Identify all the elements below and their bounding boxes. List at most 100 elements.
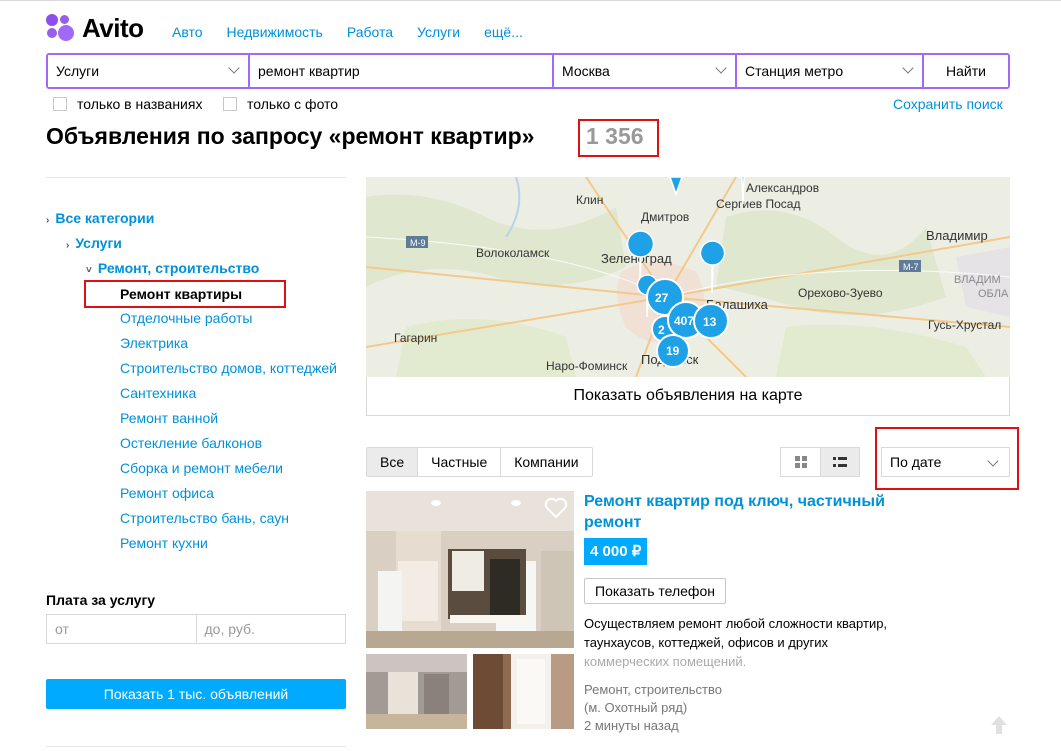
sidebar-item-bathroom[interactable]: Ремонт ванной <box>120 410 218 426</box>
listing-title-link[interactable]: Ремонт квартир под ключ, частичный ремон… <box>584 491 904 533</box>
grid-view-button[interactable] <box>781 448 820 476</box>
show-on-map-button[interactable]: Показать объявления на карте <box>366 377 1010 416</box>
search-submit-label: Найти <box>946 63 986 79</box>
cluster-2: 2 <box>658 323 665 337</box>
only-titles-label: только в названиях <box>77 96 203 112</box>
sidebar-item-finishing[interactable]: Отделочные работы <box>120 310 252 326</box>
map-label-naro: Наро-Фоминск <box>546 359 628 373</box>
map-label-gagarin: Гагарин <box>394 331 437 345</box>
nav-realty[interactable]: Недвижимость <box>227 24 323 40</box>
chevron-down-icon <box>902 62 914 74</box>
nav-services[interactable]: Услуги <box>417 24 460 40</box>
map-label-sergiev: Сергиев Посад <box>716 197 800 211</box>
tab-companies[interactable]: Компании <box>500 448 591 476</box>
map-label-m7: М-7 <box>903 262 919 272</box>
map-label-m9: М-9 <box>410 238 426 248</box>
sidebar-item-plumbing[interactable]: Сантехника <box>120 385 196 401</box>
sidebar-item-kitchen[interactable]: Ремонт кухни <box>120 535 208 551</box>
results-count: 1 356 <box>586 123 644 149</box>
map-label-gus: Гусь-Хрустал <box>928 318 1001 332</box>
room-photo-image <box>366 491 574 648</box>
logo-dots-icon <box>46 13 76 43</box>
search-input[interactable]: ремонт квартир <box>250 55 552 87</box>
seller-type-filter: Все Частные Компании <box>366 447 593 477</box>
show-phone-button[interactable]: Показать телефон <box>584 578 726 604</box>
only-photo-label: только с фото <box>247 96 339 112</box>
sidebar-item-all-categories[interactable]: › Все категории <box>46 210 154 226</box>
only-photo-checkbox[interactable]: только с фото <box>223 96 338 112</box>
tab-all[interactable]: Все <box>367 448 418 476</box>
logo-text: Avito <box>82 12 144 43</box>
sidebar-bottom-divider <box>46 746 346 747</box>
cluster-13: 13 <box>703 315 717 329</box>
sidebar-item-current: Ремонт квартиры <box>120 286 243 302</box>
checkbox-box <box>53 97 67 111</box>
search-query-value: ремонт квартир <box>258 63 360 79</box>
top-nav: Авто Недвижимость Работа Услуги ещё... <box>172 24 547 40</box>
search-bar: Услуги ремонт квартир Москва Станция мет… <box>46 53 1010 89</box>
only-titles-checkbox[interactable]: только в названиях <box>53 96 202 112</box>
map-label-dmitrov: Дмитров <box>641 210 689 224</box>
door-thumb-image <box>473 654 574 729</box>
chevron-down-icon <box>715 62 727 74</box>
sidebar-item-label: Все категории <box>55 210 155 226</box>
price-to-input[interactable]: до, руб. <box>195 615 346 643</box>
map-label-vladim-obl-2: ОБЛА <box>978 288 1009 300</box>
chevron-down-icon: ˅ <box>86 265 92 276</box>
chevron-down-icon <box>228 62 240 74</box>
sidebar-item-furniture[interactable]: Сборка и ремонт мебели <box>120 460 283 476</box>
price-filter-title: Плата за услугу <box>46 592 156 608</box>
map-label-klin: Клин <box>576 193 603 207</box>
metro-select[interactable]: Станция метро <box>737 55 922 87</box>
sidebar-item-sauna[interactable]: Строительство бань, саун <box>120 510 289 526</box>
price-filter: от до, руб. <box>46 614 346 644</box>
sidebar-item-label: Услуги <box>75 235 122 251</box>
chevron-right-icon: › <box>66 240 70 251</box>
city-select[interactable]: Москва <box>554 55 735 87</box>
category-select[interactable]: Услуги <box>48 55 248 87</box>
favorite-heart-icon[interactable] <box>544 497 568 519</box>
grid-icon <box>794 456 807 468</box>
listing-description-text: Осуществляем ремонт любой сложности квар… <box>584 616 888 650</box>
sidebar-item-balcony[interactable]: Остекление балконов <box>120 435 262 451</box>
nav-more[interactable]: ещё... <box>484 24 523 40</box>
listing-price: 4 000 ₽ <box>584 538 648 565</box>
nav-jobs[interactable]: Работа <box>347 24 393 40</box>
sidebar-item-repair[interactable]: ˅ Ремонт, строительство <box>86 260 259 276</box>
scroll-up-icon[interactable] <box>990 714 1008 736</box>
listing-photo-thumb-1[interactable] <box>366 654 467 729</box>
sidebar-item-electrics[interactable]: Электрика <box>120 335 188 351</box>
listing-category: Ремонт, строительство <box>584 682 722 697</box>
results-map[interactable]: М-9 М-7 Клин Дмитров Сергиев Посад Алекс… <box>366 177 1010 377</box>
nav-auto[interactable]: Авто <box>172 24 203 40</box>
top-border <box>0 0 1061 4</box>
listing-photo-thumb-2[interactable] <box>473 654 574 729</box>
sidebar-item-label: Ремонт, строительство <box>97 260 260 276</box>
view-switcher <box>780 447 860 477</box>
map-label-vladimir: Владимир <box>926 228 988 243</box>
search-submit-button[interactable]: Найти <box>924 55 1008 87</box>
map-label-vladim-obl: ВЛАДИМ <box>954 274 1001 286</box>
sidebar-item-office[interactable]: Ремонт офиса <box>120 485 214 501</box>
cluster-19: 19 <box>666 344 680 358</box>
save-search-link[interactable]: Сохранить поиск <box>893 96 1003 112</box>
show-results-button[interactable]: Показать 1 тыс. объявлений <box>46 679 346 709</box>
listing-description: Осуществляем ремонт любой сложности квар… <box>584 614 904 671</box>
list-view-button[interactable] <box>820 448 859 476</box>
sidebar-item-services[interactable]: › Услуги <box>66 235 122 251</box>
price-from-input[interactable]: от <box>47 615 196 643</box>
listing-metro: (м. Охотный ряд) <box>584 700 688 715</box>
category-value: Услуги <box>56 63 100 79</box>
tab-private[interactable]: Частные <box>417 448 500 476</box>
map-label-orekhovo: Орехово-Зуево <box>798 286 883 300</box>
page-title: Объявления по запросу «ремонт квартир» <box>46 123 535 149</box>
chevron-right-icon: › <box>46 215 50 226</box>
avito-logo[interactable]: Avito <box>46 12 144 44</box>
listing-photo-main[interactable] <box>366 491 574 648</box>
cluster-407: 407 <box>674 314 694 328</box>
listing-time: 2 минуты назад <box>584 718 679 733</box>
listing-description-faded: коммерческих помещений. <box>584 654 747 669</box>
sidebar-item-houses[interactable]: Строительство домов, коттеджей <box>120 360 337 376</box>
room-thumb-image <box>366 654 467 729</box>
sort-highlight-box <box>875 427 1019 490</box>
